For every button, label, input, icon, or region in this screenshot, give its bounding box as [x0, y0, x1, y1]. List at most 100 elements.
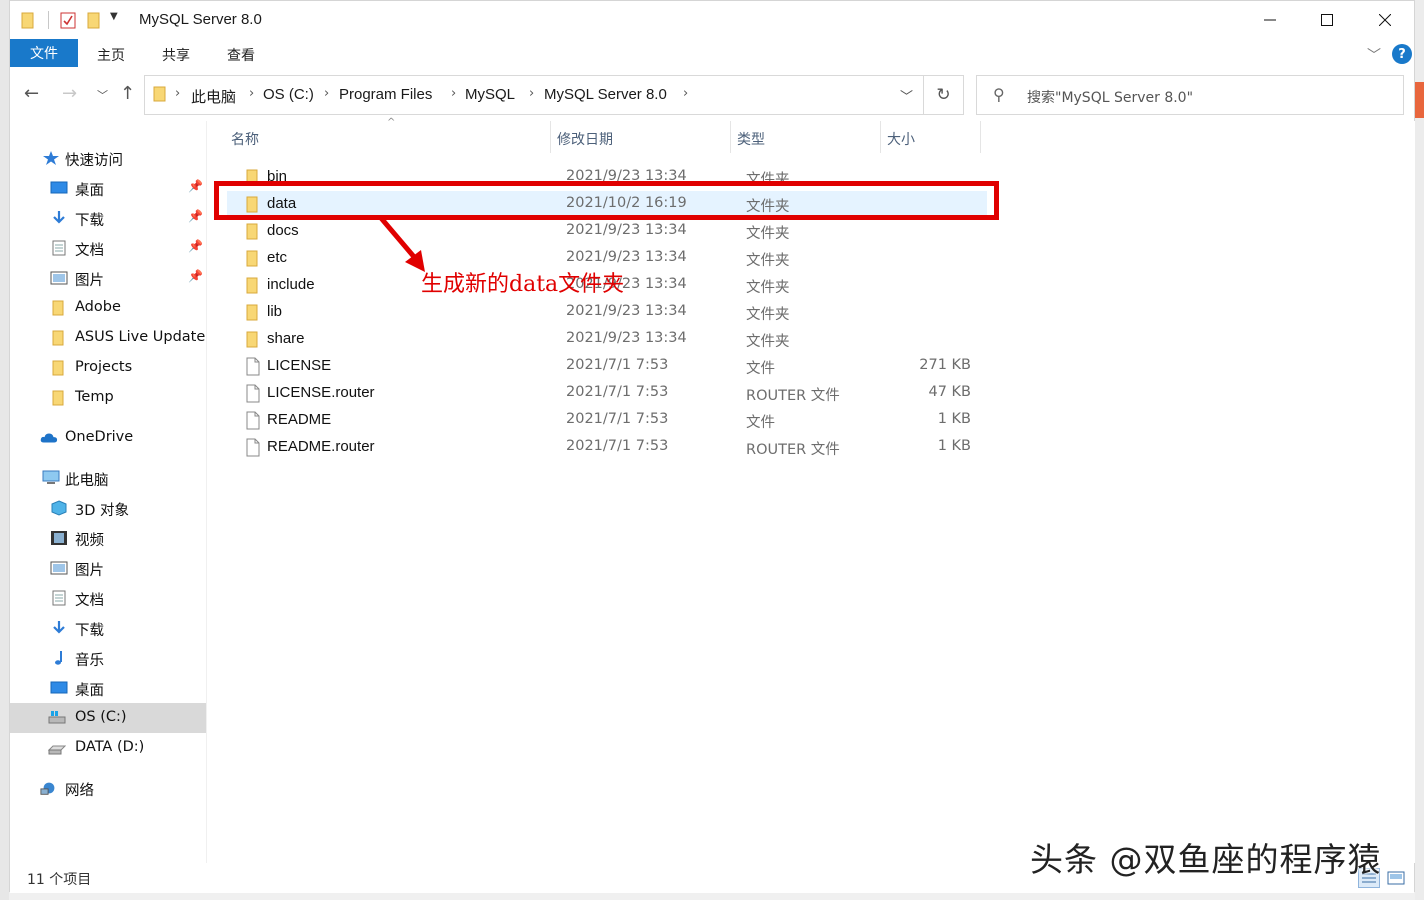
sidebar-item-videos[interactable]: 视频: [10, 523, 206, 553]
pin-icon[interactable]: 📌: [188, 209, 203, 223]
background-left: [0, 0, 9, 900]
file-row[interactable]: README.router 2021/7/1 7:53 ROUTER 文件 1 KB: [227, 434, 987, 461]
recent-locations-button[interactable]: ﹀: [97, 87, 108, 103]
column-header-type[interactable]: 类型: [737, 129, 765, 149]
customize-toolbar-icon[interactable]: ▼: [110, 11, 118, 22]
large-icons-view-button[interactable]: [1386, 868, 1406, 888]
address-bar[interactable]: › 此电脑 › OS (C:) › Program Files › MySQL …: [144, 75, 924, 115]
up-button[interactable]: ↑: [120, 83, 135, 104]
watermark: 头条 @双鱼座的程序猿: [1030, 840, 1382, 879]
file-size: 1 KB: [937, 411, 971, 427]
explorer-window: ▼ MySQL Server 8.0 文件 主页 共享 查看 ﹀ ? ← → ﹀…: [9, 0, 1415, 893]
sidebar-item-data-d[interactable]: DATA (D:): [10, 733, 206, 763]
crumb-mysql-server[interactable]: MySQL Server 8.0: [544, 86, 667, 103]
column-header-size[interactable]: 大小: [887, 129, 915, 149]
crumb-program-files[interactable]: Program Files: [339, 86, 432, 103]
maximize-button[interactable]: [1298, 1, 1356, 39]
expand-ribbon-icon[interactable]: ﹀: [1367, 45, 1381, 65]
large-icons-view-icon: [1387, 871, 1405, 885]
picture-icon: [50, 271, 68, 285]
sidebar-item-desktop-pc[interactable]: 桌面: [10, 673, 206, 703]
back-button[interactable]: ←: [24, 83, 39, 104]
minimize-button[interactable]: [1241, 1, 1299, 39]
crumb-this-pc[interactable]: 此电脑: [191, 86, 236, 107]
column-header-name[interactable]: 名称: [231, 129, 259, 149]
tab-home[interactable]: 主页: [97, 45, 125, 65]
sidebar-item-this-pc[interactable]: 此电脑: [10, 463, 206, 493]
file-row[interactable]: README 2021/7/1 7:53 文件 1 KB: [227, 407, 987, 434]
folder-icon: [21, 12, 34, 29]
file-type: 文件夹: [746, 253, 790, 269]
chevron-right-icon[interactable]: ›: [249, 86, 254, 101]
crumb-mysql[interactable]: MySQL: [465, 86, 515, 103]
network-icon: [40, 782, 55, 795]
pin-icon[interactable]: 📌: [188, 179, 203, 193]
file-type: 文件夹: [746, 226, 790, 242]
sidebar-item-asus-live-update[interactable]: ASUS Live Update: [10, 323, 206, 353]
close-button[interactable]: [1356, 1, 1414, 39]
sidebar-item-network[interactable]: 网络: [10, 773, 206, 803]
chevron-right-icon[interactable]: ›: [175, 86, 180, 101]
file-size: 271 KB: [919, 357, 971, 373]
new-folder-icon[interactable]: [86, 11, 102, 29]
tab-file[interactable]: 文件: [10, 39, 78, 67]
sidebar-item-downloads[interactable]: 下载 📌: [10, 203, 206, 233]
properties-icon[interactable]: [60, 11, 76, 29]
chevron-right-icon[interactable]: ›: [324, 86, 329, 101]
ribbon: 文件 主页 共享 查看 ﹀ ?: [10, 39, 1414, 69]
file-row[interactable]: share 2021/9/23 13:34 文件夹: [227, 326, 987, 353]
file-row[interactable]: docs 2021/9/23 13:34 文件夹: [227, 218, 987, 245]
help-icon[interactable]: ?: [1392, 44, 1412, 64]
folder-icon: [246, 223, 258, 240]
pin-icon[interactable]: 📌: [188, 239, 203, 253]
sidebar-item-documents[interactable]: 文档 📌: [10, 233, 206, 263]
tab-share[interactable]: 共享: [162, 45, 190, 65]
sidebar-item-temp[interactable]: Temp: [10, 383, 206, 413]
crumb-os-c[interactable]: OS (C:): [263, 86, 314, 103]
sidebar-item-3d-objects[interactable]: 3D 对象: [10, 493, 206, 523]
sidebar-item-onedrive[interactable]: OneDrive: [10, 423, 206, 453]
refresh-button[interactable]: ↻: [924, 75, 964, 115]
sidebar-item-projects[interactable]: Projects: [10, 353, 206, 383]
search-placeholder: 搜索"MySQL Server 8.0": [1027, 90, 1194, 106]
sidebar-item-documents-pc[interactable]: 文档: [10, 583, 206, 613]
file-type: ROUTER 文件: [746, 442, 840, 458]
sidebar-item-pictures-pc[interactable]: 图片: [10, 553, 206, 583]
cube-icon: [51, 500, 67, 516]
sidebar-item-desktop[interactable]: 桌面 📌: [10, 173, 206, 203]
file-size: 47 KB: [928, 384, 971, 400]
sidebar-item-os-c[interactable]: OS (C:): [10, 703, 206, 733]
sidebar-item-music[interactable]: 音乐: [10, 643, 206, 673]
column-header-date[interactable]: 修改日期: [557, 129, 613, 149]
file-row[interactable]: lib 2021/9/23 13:34 文件夹: [227, 299, 987, 326]
file-date: 2021/9/23 13:34: [566, 303, 687, 319]
file-icon: [246, 357, 260, 376]
drive-icon: [48, 745, 66, 755]
sidebar-item-quick-access[interactable]: 快速访问: [10, 143, 206, 173]
forward-button[interactable]: →: [62, 83, 77, 104]
file-row[interactable]: LICENSE.router 2021/7/1 7:53 ROUTER 文件 47 K…: [227, 380, 987, 407]
sidebar-item-adobe[interactable]: Adobe: [10, 293, 206, 323]
chevron-right-icon[interactable]: ›: [683, 86, 688, 101]
chevron-right-icon[interactable]: ›: [451, 86, 456, 101]
file-name: LICENSE: [267, 357, 332, 374]
chevron-right-icon[interactable]: ›: [529, 86, 534, 101]
title-bar: ▼ MySQL Server 8.0: [10, 1, 1414, 39]
sidebar-item-pictures[interactable]: 图片 📌: [10, 263, 206, 293]
sidebar-item-downloads-pc[interactable]: 下载: [10, 613, 206, 643]
search-input[interactable]: ⚲ 搜索"MySQL Server 8.0": [976, 75, 1404, 115]
star-icon: [43, 151, 59, 165]
file-name: README.router: [267, 438, 375, 455]
close-icon: [1379, 14, 1391, 26]
download-icon: [53, 211, 65, 224]
sort-ascending-icon: ^: [387, 117, 396, 128]
file-type: 文件: [746, 361, 775, 377]
file-row[interactable]: LICENSE 2021/7/1 7:53 文件 271 KB: [227, 353, 987, 380]
address-dropdown-icon[interactable]: ﹀: [900, 86, 913, 105]
pin-icon[interactable]: 📌: [188, 269, 203, 283]
tab-view[interactable]: 查看: [227, 45, 255, 65]
maximize-icon: [1321, 14, 1333, 26]
file-date: 2021/7/1 7:53: [566, 357, 669, 373]
folder-icon: [52, 300, 64, 316]
minimize-icon: [1264, 19, 1276, 21]
